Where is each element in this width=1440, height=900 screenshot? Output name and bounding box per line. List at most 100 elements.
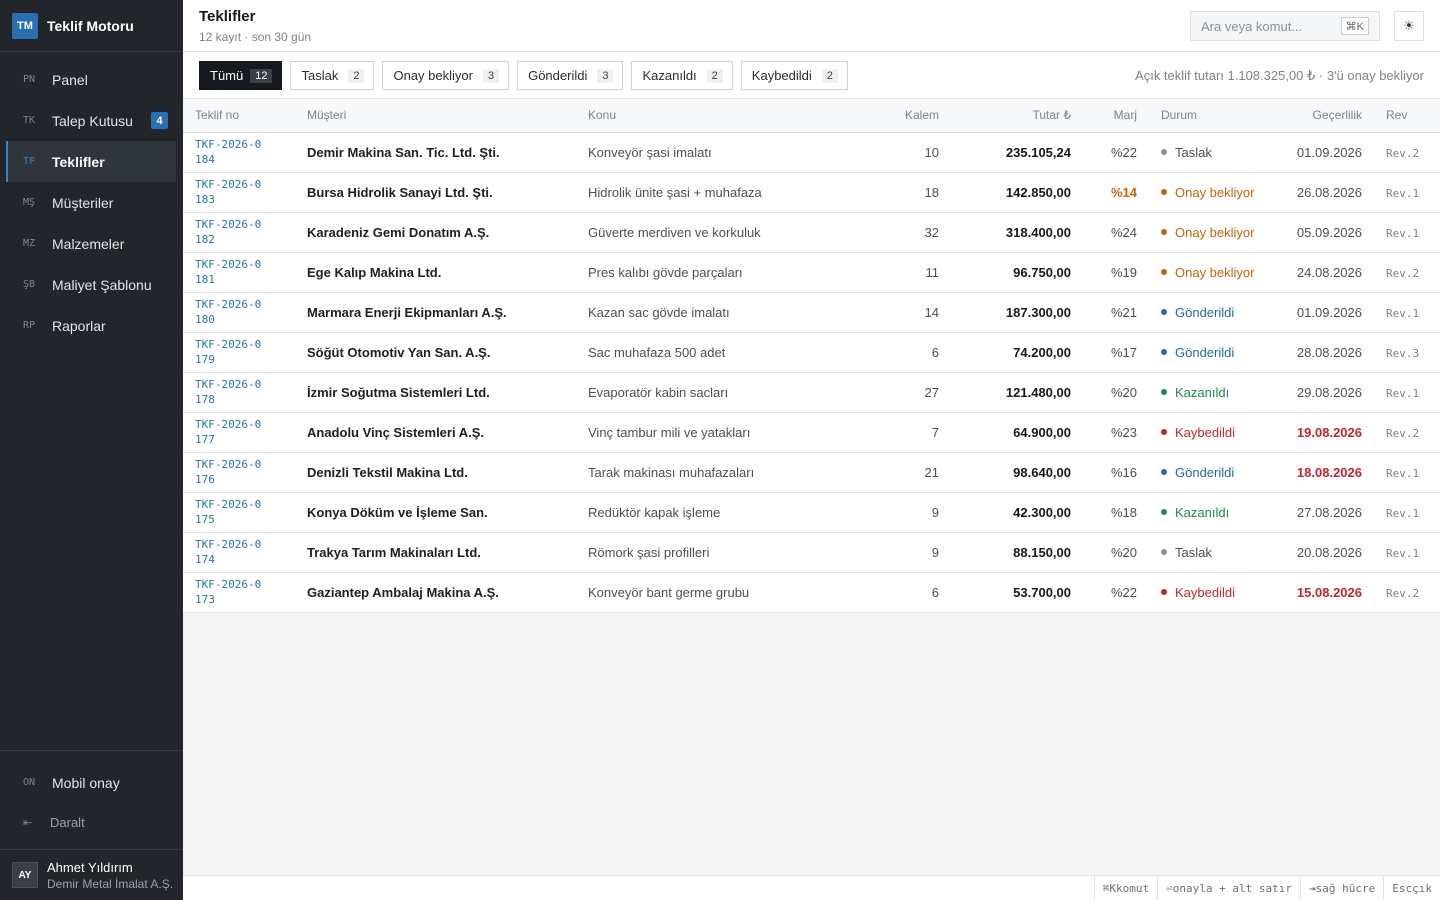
table-row[interactable]: TKF-2026-0183 Bursa Hidrolik Sanayi Ltd. … bbox=[183, 172, 1440, 213]
status-label: Kazanıldı bbox=[1175, 504, 1230, 520]
cell-items: 6 bbox=[843, 572, 939, 613]
cell-rev: Rev.2 bbox=[1362, 252, 1440, 293]
cell-status: Gönderildi bbox=[1137, 332, 1283, 373]
subject-text: Hidrolik ünite şasi + muhafaza bbox=[588, 184, 762, 200]
quote-no-link[interactable]: TKF-2026-0175 bbox=[195, 497, 265, 527]
sidebar-item-teklifler[interactable]: TF Teklifler bbox=[6, 141, 176, 182]
table-header-row: Teklif no Müşteri Konu Kalem Tutar ₺ Mar… bbox=[183, 99, 1440, 133]
status-badge: Taslak bbox=[1161, 545, 1283, 560]
sidebar-item-abbr: PN bbox=[23, 74, 36, 85]
status-label: Onay bekliyor bbox=[1175, 184, 1255, 200]
status-badge: Onay bekliyor bbox=[1161, 185, 1283, 200]
quote-no-link[interactable]: TKF-2026-0173 bbox=[195, 577, 265, 607]
col-header-items[interactable]: Kalem bbox=[843, 99, 939, 133]
subject-text: Kazan sac gövde imalatı bbox=[588, 304, 730, 320]
mobile-approval-link[interactable]: ON Mobil onay bbox=[0, 757, 183, 808]
cell-rev: Rev.1 bbox=[1362, 212, 1440, 253]
validity-date: 01.09.2026 bbox=[1296, 304, 1362, 320]
table-row[interactable]: TKF-2026-0176 Denizli Tekstil Makina Ltd.… bbox=[183, 452, 1440, 493]
col-header-customer[interactable]: Müşteri bbox=[307, 99, 588, 133]
sidebar-item-panel[interactable]: PN Panel bbox=[7, 59, 176, 100]
quote-no-link[interactable]: TKF-2026-0177 bbox=[195, 417, 265, 447]
table-row[interactable]: TKF-2026-0177 Anadolu Vinç Sistemleri A.Ş… bbox=[183, 412, 1440, 453]
status-dot-icon bbox=[1161, 149, 1167, 155]
subject-text: Römork şasi profilleri bbox=[588, 544, 710, 560]
col-header-margin[interactable]: Marj bbox=[1071, 99, 1137, 133]
margin-value: %19 bbox=[1110, 264, 1137, 280]
sidebar-item-müşteriler[interactable]: MŞ Müşteriler bbox=[7, 182, 176, 223]
cell-amount: 187.300,00 bbox=[939, 292, 1071, 333]
revision-label: Rev.1 bbox=[1386, 506, 1420, 520]
sidebar-item-maliyet-şablonu[interactable]: ŞB Maliyet Şablonu bbox=[7, 264, 176, 305]
sidebar-item-raporlar[interactable]: RP Raporlar bbox=[7, 305, 176, 346]
status-dot-icon bbox=[1161, 469, 1167, 475]
cell-validity: 19.08.2026 bbox=[1283, 412, 1362, 453]
quote-no-link[interactable]: TKF-2026-0183 bbox=[195, 177, 265, 207]
sidebar-item-talep-kutusu[interactable]: TK Talep Kutusu 4 bbox=[7, 100, 176, 141]
collapse-sidebar-button[interactable]: ⇤ Daralt bbox=[0, 808, 183, 836]
shortcut-key: ⌘K bbox=[1102, 881, 1117, 895]
cell-amount: 74.200,00 bbox=[939, 332, 1071, 373]
sidebar-item-malzemeler[interactable]: MZ Malzemeler bbox=[7, 223, 176, 264]
status-label: Taslak bbox=[1175, 144, 1212, 160]
quote-no-link[interactable]: TKF-2026-0181 bbox=[195, 257, 265, 287]
tab-onay-bekliyor[interactable]: Onay bekliyor 3 bbox=[382, 61, 510, 90]
tab-taslak[interactable]: Taslak 2 bbox=[290, 61, 375, 90]
tab-tümü[interactable]: Tümü 12 bbox=[199, 61, 283, 90]
quote-no-link[interactable]: TKF-2026-0179 bbox=[195, 337, 265, 367]
table-row[interactable]: TKF-2026-0175 Konya Döküm ve İşleme San. R… bbox=[183, 492, 1440, 533]
cell-quote-no: TKF-2026-0181 bbox=[183, 252, 307, 293]
table-row[interactable]: TKF-2026-0179 Söğüt Otomotiv Yan San. A.Ş… bbox=[183, 332, 1440, 373]
col-header-validity[interactable]: Geçerlilik bbox=[1283, 99, 1362, 133]
cell-validity: 28.08.2026 bbox=[1283, 332, 1362, 373]
cell-subject: Pres kalıbı gövde parçaları bbox=[588, 252, 843, 293]
status-label: Onay bekliyor bbox=[1175, 224, 1255, 240]
quote-no-link[interactable]: TKF-2026-0182 bbox=[195, 217, 265, 247]
revision-label: Rev.1 bbox=[1386, 386, 1420, 400]
cell-amount: 318.400,00 bbox=[939, 212, 1071, 253]
cell-quote-no: TKF-2026-0173 bbox=[183, 572, 307, 613]
cell-items: 11 bbox=[843, 252, 939, 293]
search-input[interactable]: Ara veya komut... ⌘K bbox=[1190, 11, 1380, 41]
tab-count: 12 bbox=[250, 68, 273, 83]
brand[interactable]: TM Teklif Motoru bbox=[0, 0, 183, 52]
user-name: Ahmet Yıldırım bbox=[47, 859, 133, 875]
theme-toggle-button[interactable]: ☀ bbox=[1394, 11, 1424, 41]
tab-gönderildi[interactable]: Gönderildi 3 bbox=[517, 61, 624, 90]
cell-quote-no: TKF-2026-0177 bbox=[183, 412, 307, 453]
command-shortcut-kbd: ⌘K bbox=[1340, 17, 1369, 35]
quote-no-link[interactable]: TKF-2026-0176 bbox=[195, 457, 265, 487]
customer-name: Karadeniz Gemi Donatım A.Ş. bbox=[307, 224, 490, 240]
quote-no-link[interactable]: TKF-2026-0174 bbox=[195, 537, 265, 567]
table-row[interactable]: TKF-2026-0181 Ege Kalıp Makina Ltd. Pres k… bbox=[183, 252, 1440, 293]
table-row[interactable]: TKF-2026-0178 İzmir Soğutma Sistemleri Lt… bbox=[183, 372, 1440, 413]
cell-rev: Rev.1 bbox=[1362, 452, 1440, 493]
shortcut-label: onayla + alt satır bbox=[1172, 881, 1293, 895]
table-row[interactable]: TKF-2026-0180 Marmara Enerji Ekipmanları … bbox=[183, 292, 1440, 333]
table-row[interactable]: TKF-2026-0182 Karadeniz Gemi Donatım A.Ş.… bbox=[183, 212, 1440, 253]
sidebar-item-label: Raporlar bbox=[52, 317, 106, 334]
tab-kaybedildi[interactable]: Kaybedildi 2 bbox=[740, 61, 848, 90]
table-row[interactable]: TKF-2026-0173 Gaziantep Ambalaj Makina A.… bbox=[183, 572, 1440, 613]
items-count: 14 bbox=[924, 304, 939, 320]
tab-kazanıldı[interactable]: Kazanıldı 2 bbox=[631, 61, 733, 90]
quote-no-link[interactable]: TKF-2026-0178 bbox=[195, 377, 265, 407]
cell-items: 21 bbox=[843, 452, 939, 493]
col-header-status[interactable]: Durum bbox=[1137, 99, 1283, 133]
cell-status: Gönderildi bbox=[1137, 292, 1283, 333]
quote-no-link[interactable]: TKF-2026-0180 bbox=[195, 297, 265, 327]
shortcut-key: Esc bbox=[1392, 881, 1413, 895]
cell-items: 10 bbox=[843, 132, 939, 173]
user-profile[interactable]: AY Ahmet Yıldırım Demir Metal İmalat A.Ş… bbox=[0, 849, 183, 900]
col-header-amount[interactable]: Tutar ₺ bbox=[939, 99, 1071, 133]
col-header-rev[interactable]: Rev bbox=[1362, 99, 1440, 133]
margin-value: %21 bbox=[1110, 304, 1137, 320]
table-row[interactable]: TKF-2026-0174 Trakya Tarım Makinaları Ltd… bbox=[183, 532, 1440, 573]
table-row[interactable]: TKF-2026-0184 Demir Makina San. Tic. Ltd.… bbox=[183, 132, 1440, 173]
quote-no-link[interactable]: TKF-2026-0184 bbox=[195, 137, 265, 167]
validity-date: 24.08.2026 bbox=[1296, 264, 1362, 280]
col-header-subject[interactable]: Konu bbox=[588, 99, 843, 133]
cell-customer: Trakya Tarım Makinaları Ltd. bbox=[307, 532, 588, 573]
col-header-no[interactable]: Teklif no bbox=[183, 99, 307, 133]
revision-label: Rev.1 bbox=[1386, 466, 1420, 480]
